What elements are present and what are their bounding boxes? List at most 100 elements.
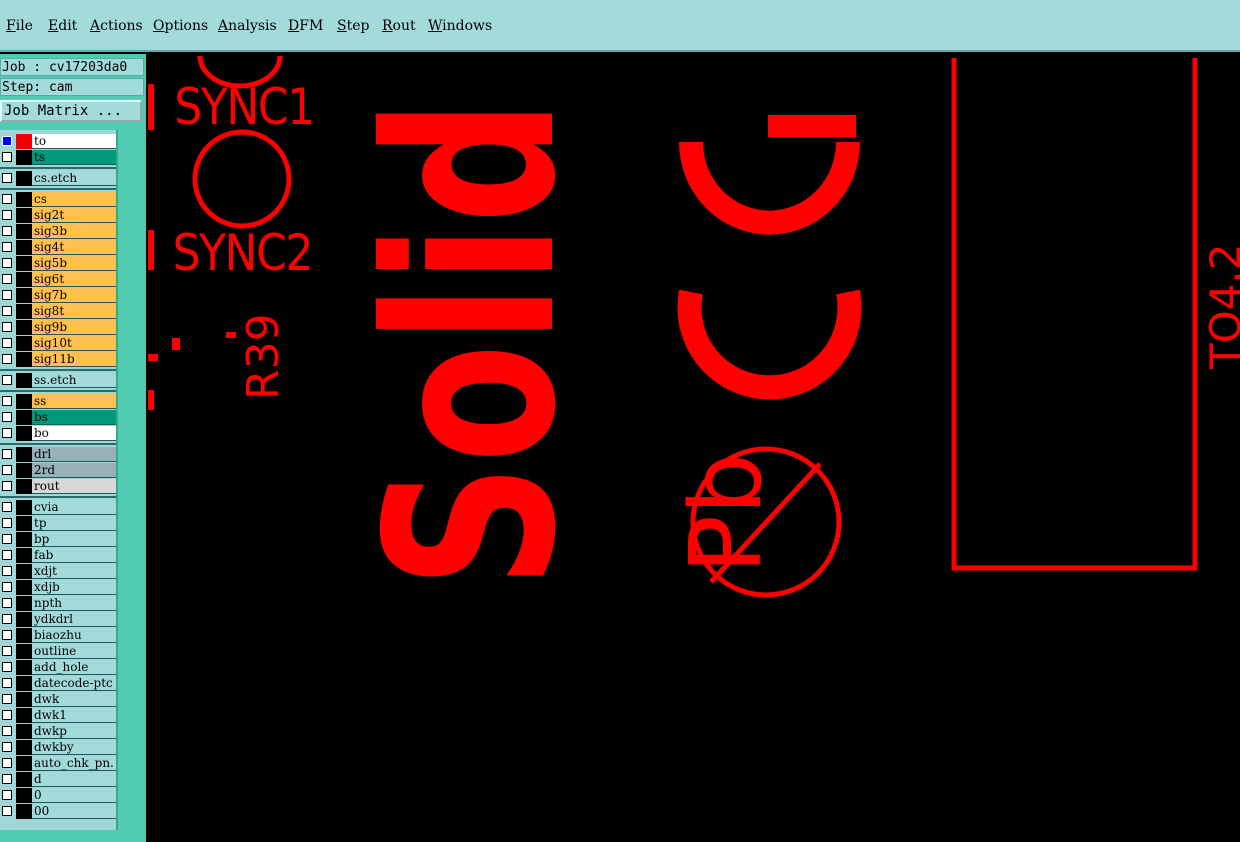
layer-row-dwk[interactable]: dwk (0, 692, 116, 707)
layer-checkbox[interactable] (2, 598, 12, 608)
layer-checkbox[interactable] (2, 758, 12, 768)
layer-row-dwkp[interactable]: dwkp (0, 724, 116, 739)
layer-name[interactable]: ss (32, 394, 116, 409)
layer-checkbox[interactable] (2, 354, 12, 364)
layer-color-swatch[interactable] (16, 208, 32, 223)
layer-checkbox[interactable] (2, 614, 12, 624)
layer-color-swatch[interactable] (16, 304, 32, 319)
layer-color-swatch[interactable] (16, 320, 32, 335)
layer-color-swatch[interactable] (16, 336, 32, 351)
menu-dfm[interactable]: DFM (288, 18, 323, 34)
layer-row-npth[interactable]: npth (0, 596, 116, 611)
layer-checkbox[interactable] (2, 806, 12, 816)
layer-row-bp[interactable]: bp (0, 532, 116, 547)
layer-row-ts[interactable]: ts (0, 150, 116, 165)
layer-name[interactable]: dwk1 (32, 708, 116, 723)
layer-color-swatch[interactable] (16, 788, 32, 803)
layer-row-auto_chk_pn.[interactable]: auto_chk_pn. (0, 756, 116, 771)
layer-checkbox[interactable] (2, 502, 12, 512)
layer-color-swatch[interactable] (16, 612, 32, 627)
layer-color-swatch[interactable] (16, 756, 32, 771)
layer-row-sig4t[interactable]: sig4t (0, 240, 116, 255)
layer-row-sig11b[interactable]: sig11b (0, 352, 116, 367)
layer-row-sig9b[interactable]: sig9b (0, 320, 116, 335)
layer-row-dwk1[interactable]: dwk1 (0, 708, 116, 723)
layer-row-ss[interactable]: ss (0, 394, 116, 409)
layer-row-xdjt[interactable]: xdjt (0, 564, 116, 579)
layer-row-tp[interactable]: tp (0, 516, 116, 531)
menu-rout[interactable]: Rout (382, 18, 416, 34)
layer-checkbox[interactable] (2, 136, 12, 146)
layer-name[interactable]: cs (32, 192, 116, 207)
menu-analysis[interactable]: Analysis (218, 18, 277, 34)
layer-name[interactable]: fab (32, 548, 116, 563)
layer-color-swatch[interactable] (16, 644, 32, 659)
layer-color-swatch[interactable] (16, 256, 32, 271)
layer-checkbox[interactable] (2, 290, 12, 300)
layer-color-swatch[interactable] (16, 288, 32, 303)
layer-name[interactable]: ydkdrl (32, 612, 116, 627)
layer-row-sig2t[interactable]: sig2t (0, 208, 116, 223)
layer-name[interactable]: npth (32, 596, 116, 611)
layer-row-cs[interactable]: cs (0, 192, 116, 207)
layer-color-swatch[interactable] (16, 352, 32, 367)
job-matrix-button[interactable]: Job Matrix ... (0, 100, 142, 122)
layer-color-swatch[interactable] (16, 580, 32, 595)
layer-checkbox[interactable] (2, 396, 12, 406)
layer-name[interactable]: sig10t (32, 336, 116, 351)
layer-name[interactable]: rout (32, 479, 116, 494)
menu-step[interactable]: Step (337, 18, 369, 34)
layer-row-outline[interactable]: outline (0, 644, 116, 659)
layer-name[interactable]: 0 (32, 788, 116, 803)
layer-checkbox[interactable] (2, 550, 12, 560)
layer-name[interactable]: datecode-ptc (32, 676, 116, 691)
layer-name[interactable]: sig8t (32, 304, 116, 319)
layer-checkbox[interactable] (2, 742, 12, 752)
menu-windows[interactable]: Windows (428, 18, 492, 34)
layer-name[interactable]: dwkby (32, 740, 116, 755)
layer-checkbox[interactable] (2, 194, 12, 204)
layer-color-swatch[interactable] (16, 660, 32, 675)
layer-color-swatch[interactable] (16, 532, 32, 547)
layer-row-2rd[interactable]: 2rd (0, 463, 116, 478)
layer-row-bs[interactable]: bs (0, 410, 116, 425)
layer-row-fab[interactable]: fab (0, 548, 116, 563)
layer-checkbox[interactable] (2, 258, 12, 268)
layer-checkbox[interactable] (2, 306, 12, 316)
layer-checkbox[interactable] (2, 338, 12, 348)
layer-row-sig3b[interactable]: sig3b (0, 224, 116, 239)
layer-row-dwkby[interactable]: dwkby (0, 740, 116, 755)
layer-color-swatch[interactable] (16, 564, 32, 579)
layer-color-swatch[interactable] (16, 150, 32, 165)
layer-color-swatch[interactable] (16, 740, 32, 755)
layer-name[interactable]: sig3b (32, 224, 116, 239)
layer-name[interactable]: to (32, 134, 116, 149)
layer-name[interactable]: sig4t (32, 240, 116, 255)
layer-name[interactable]: xdjb (32, 580, 116, 595)
layer-name[interactable]: dwkp (32, 724, 116, 739)
layer-row-rout[interactable]: rout (0, 479, 116, 494)
layer-checkbox[interactable] (2, 449, 12, 459)
layer-row-sig10t[interactable]: sig10t (0, 336, 116, 351)
layer-color-swatch[interactable] (16, 463, 32, 478)
layer-row-cvia[interactable]: cvia (0, 500, 116, 515)
layer-row-to[interactable]: to (0, 134, 116, 149)
layer-row-biaozhu[interactable]: biaozhu (0, 628, 116, 643)
layer-checkbox[interactable] (2, 694, 12, 704)
layer-color-swatch[interactable] (16, 426, 32, 441)
layer-color-swatch[interactable] (16, 171, 32, 186)
layer-color-swatch[interactable] (16, 500, 32, 515)
layer-color-swatch[interactable] (16, 134, 32, 149)
graphic-canvas[interactable]: SYNC1 SYNC2 R39 Solid Pb TO4.2 (148, 54, 1240, 842)
layer-checkbox[interactable] (2, 710, 12, 720)
layer-row-ss.etch[interactable]: ss.etch (0, 373, 116, 388)
layer-row-datecode-ptc[interactable]: datecode-ptc (0, 676, 116, 691)
layer-name[interactable]: sig11b (32, 352, 116, 367)
layer-row-drl[interactable]: drl (0, 447, 116, 462)
layer-color-swatch[interactable] (16, 394, 32, 409)
layer-checkbox[interactable] (2, 322, 12, 332)
layer-checkbox[interactable] (2, 274, 12, 284)
layer-checkbox[interactable] (2, 210, 12, 220)
layer-name[interactable]: 00 (32, 804, 116, 819)
layer-row-0[interactable]: 0 (0, 788, 116, 803)
